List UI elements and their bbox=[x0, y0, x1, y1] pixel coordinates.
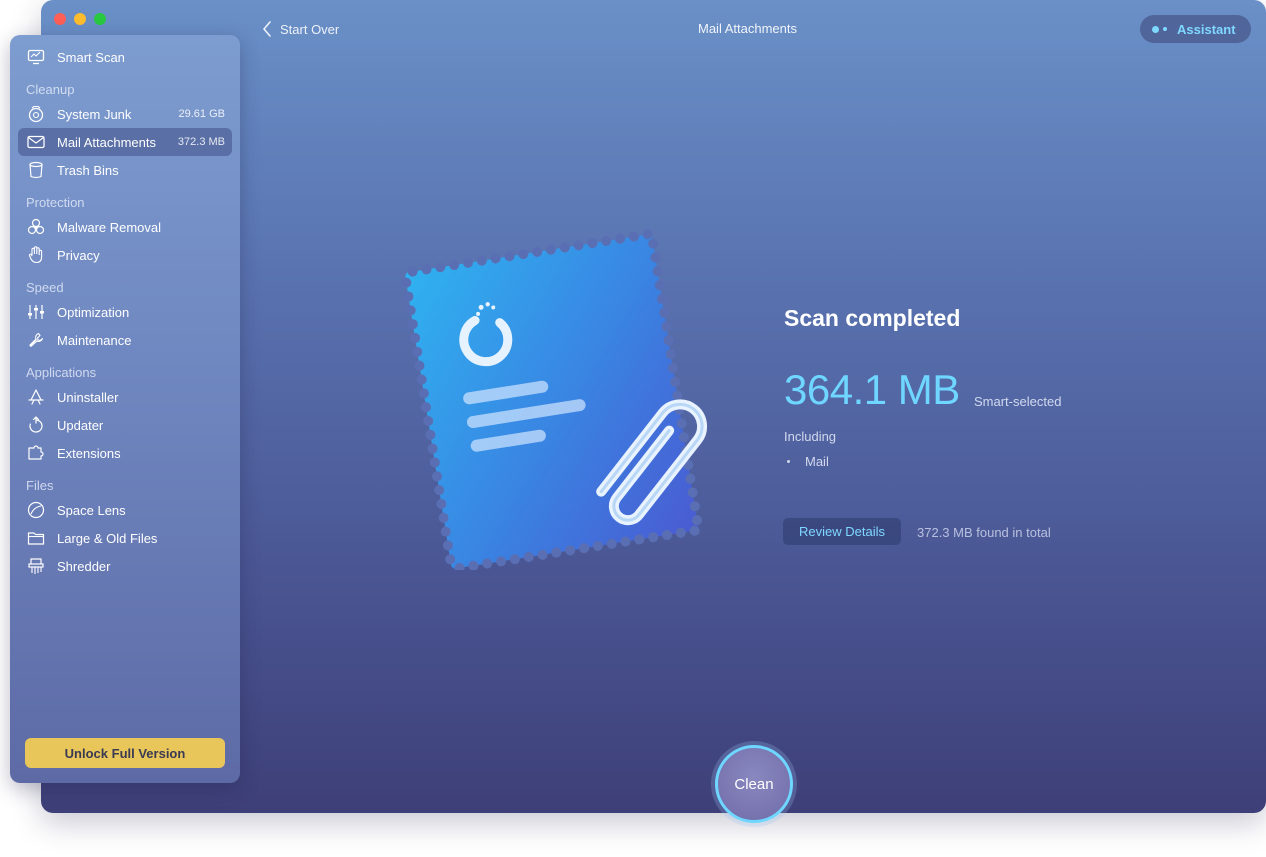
sidebar-item-label: Uninstaller bbox=[57, 389, 119, 405]
sidebar: Smart Scan Cleanup System Junk 29.61 GB … bbox=[10, 35, 240, 783]
sidebar-item-label: Malware Removal bbox=[57, 219, 162, 235]
bullet-icon bbox=[787, 460, 790, 463]
section-protection: Protection bbox=[26, 195, 85, 210]
including-label: Including bbox=[784, 429, 837, 444]
sidebar-item-label: Updater bbox=[57, 417, 104, 433]
sidebar-item-updater[interactable]: Updater bbox=[18, 411, 232, 439]
page-title: Mail Attachments bbox=[698, 21, 797, 36]
hand-icon bbox=[26, 245, 46, 265]
section-files: Files bbox=[26, 478, 54, 493]
sidebar-item-label: Space Lens bbox=[57, 502, 126, 518]
sidebar-item-malware-removal[interactable]: Malware Removal bbox=[18, 213, 232, 241]
assistant-button[interactable]: Assistant bbox=[1140, 15, 1251, 43]
junk-icon bbox=[26, 104, 46, 124]
sidebar-item-trash-bins[interactable]: Trash Bins bbox=[18, 156, 232, 184]
sidebar-item-size: 372.3 MB bbox=[177, 136, 225, 148]
sidebar-item-label: Mail Attachments bbox=[57, 134, 156, 150]
trash-icon bbox=[26, 160, 46, 180]
sidebar-item-large-old-files[interactable]: Large & Old Files bbox=[18, 524, 232, 552]
updater-icon bbox=[26, 415, 46, 435]
close-window-button[interactable] bbox=[54, 13, 66, 25]
sidebar-item-size: 29.61 GB bbox=[178, 108, 225, 120]
sidebar-item-label: Large & Old Files bbox=[57, 530, 158, 546]
sidebar-item-label: Smart Scan bbox=[57, 49, 125, 65]
mail-attachment-illustration bbox=[401, 229, 708, 570]
list-item: Mail bbox=[787, 454, 829, 469]
including-item-label: Mail bbox=[805, 454, 829, 469]
sidebar-item-label: Shredder bbox=[57, 558, 111, 574]
envelope-icon bbox=[26, 132, 46, 152]
sidebar-item-label: Trash Bins bbox=[57, 162, 119, 178]
review-details-button[interactable]: Review Details bbox=[783, 518, 901, 545]
unlock-full-version-button[interactable]: Unlock Full Version bbox=[25, 738, 225, 768]
sidebar-item-shredder[interactable]: Shredder bbox=[18, 552, 232, 580]
lens-icon bbox=[26, 500, 46, 520]
sidebar-item-system-junk[interactable]: System Junk 29.61 GB bbox=[18, 100, 232, 128]
found-total-label: 372.3 MB found in total bbox=[917, 525, 1051, 540]
sidebar-item-space-lens[interactable]: Space Lens bbox=[18, 496, 232, 524]
assistant-dots-icon bbox=[1152, 25, 1167, 33]
sidebar-item-smart-scan[interactable]: Smart Scan bbox=[18, 43, 232, 71]
shredder-icon bbox=[26, 556, 46, 576]
section-cleanup: Cleanup bbox=[26, 82, 75, 97]
smart-selected-label: Smart-selected bbox=[974, 394, 1062, 409]
sidebar-item-label: Optimization bbox=[57, 304, 130, 320]
section-applications: Applications bbox=[26, 365, 97, 380]
clean-button-halo: Clean bbox=[711, 741, 797, 827]
sidebar-item-label: Privacy bbox=[57, 247, 100, 263]
start-over-button[interactable]: Start Over bbox=[262, 20, 339, 38]
sidebar-item-mail-attachments[interactable]: Mail Attachments 372.3 MB bbox=[18, 128, 232, 156]
sidebar-item-label: System Junk bbox=[57, 106, 132, 122]
sidebar-item-uninstaller[interactable]: Uninstaller bbox=[18, 383, 232, 411]
sidebar-item-label: Maintenance bbox=[57, 332, 132, 348]
sidebar-item-label: Extensions bbox=[57, 445, 121, 461]
start-over-label: Start Over bbox=[280, 21, 340, 37]
folder-icon bbox=[26, 528, 46, 548]
clean-button[interactable]: Clean bbox=[715, 745, 793, 823]
sidebar-item-maintenance[interactable]: Maintenance bbox=[18, 326, 232, 354]
assistant-label: Assistant bbox=[1177, 21, 1236, 37]
chevron-left-icon bbox=[263, 21, 271, 37]
biohazard-icon bbox=[26, 217, 46, 237]
wrench-icon bbox=[26, 330, 46, 350]
sliders-icon bbox=[26, 302, 46, 322]
sidebar-item-extensions[interactable]: Extensions bbox=[18, 439, 232, 467]
section-speed: Speed bbox=[26, 280, 64, 295]
zoom-window-button[interactable] bbox=[94, 13, 106, 25]
puzzle-icon bbox=[26, 443, 46, 463]
sidebar-item-optimization[interactable]: Optimization bbox=[18, 298, 232, 326]
uninstaller-icon bbox=[26, 387, 46, 407]
sidebar-item-privacy[interactable]: Privacy bbox=[18, 241, 232, 269]
monitor-icon bbox=[26, 47, 46, 67]
selected-size: 364.1 MB bbox=[784, 366, 960, 413]
minimize-window-button[interactable] bbox=[74, 13, 86, 25]
scan-status-title: Scan completed bbox=[784, 305, 961, 331]
